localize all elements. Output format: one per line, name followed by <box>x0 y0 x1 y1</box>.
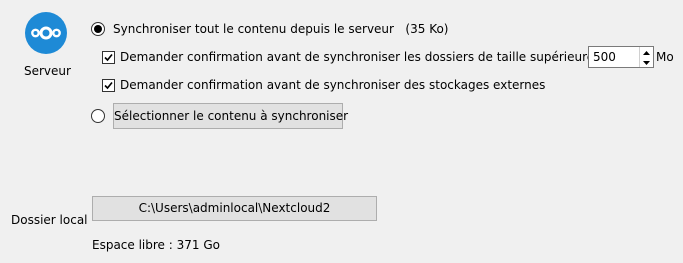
nextcloud-logo-icon <box>25 12 67 54</box>
spin-up-icon[interactable] <box>640 47 653 57</box>
select-content-radio[interactable] <box>91 109 105 123</box>
server-label: Serveur <box>24 64 71 78</box>
confirm-external-storage-checkbox[interactable] <box>102 79 115 92</box>
confirm-large-folders-checkbox[interactable] <box>102 51 115 64</box>
local-folder-button[interactable]: C:\Users\adminlocal\Nextcloud2 <box>92 196 377 221</box>
size-limit-spinbox[interactable]: 500 <box>588 46 654 68</box>
select-content-button[interactable]: Sélectionner le contenu à synchroniser <box>113 103 348 129</box>
confirm-large-folders-label[interactable]: Demander confirmation avant de synchroni… <box>120 49 605 65</box>
spin-down-icon[interactable] <box>640 57 653 67</box>
free-space-label: Espace libre : 371 Go <box>92 238 220 252</box>
sync-all-label[interactable]: Synchroniser tout le contenu depuis le s… <box>113 21 448 37</box>
confirm-external-storage-label[interactable]: Demander confirmation avant de synchroni… <box>120 77 545 93</box>
local-folder-label: Dossier local <box>11 213 88 227</box>
size-limit-value[interactable]: 500 <box>593 49 616 65</box>
size-unit-label: Mo <box>656 50 674 64</box>
sync-all-size: (35 Ko) <box>405 22 449 36</box>
sync-all-radio[interactable] <box>91 22 105 36</box>
checkmark-icon <box>104 81 113 90</box>
checkmark-icon <box>104 53 113 62</box>
